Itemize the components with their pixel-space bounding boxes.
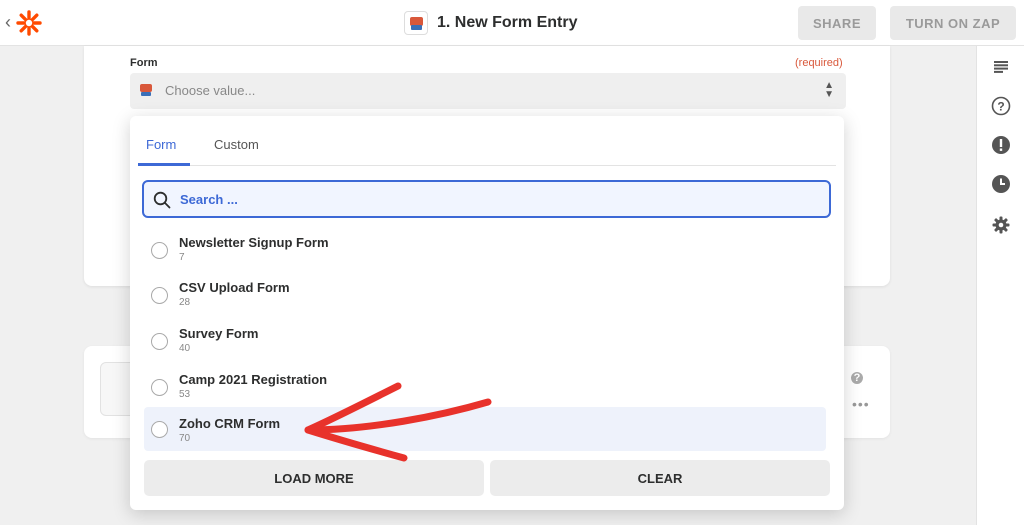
radio-button[interactable] <box>151 379 168 396</box>
back-chevron-icon[interactable]: ‹ <box>5 12 15 32</box>
required-label: (required) <box>795 57 843 69</box>
active-tab-indicator <box>138 163 190 166</box>
zapier-logo-icon[interactable] <box>16 10 42 36</box>
tab-form[interactable]: Form <box>146 137 176 152</box>
list-item[interactable]: Survey Form 40 <box>144 319 826 363</box>
help-icon[interactable]: ? <box>851 372 863 384</box>
option-id: 40 <box>179 343 191 354</box>
step-title: 1. New Form Entry <box>437 14 578 31</box>
turn-on-zap-button[interactable]: TURN ON ZAP <box>890 6 1016 40</box>
option-label: Survey Form <box>179 326 259 341</box>
zap-step-title: 1. New Form Entry <box>404 10 577 36</box>
annotation-arrow-icon <box>304 382 492 462</box>
option-label: Zoho CRM Form <box>179 416 281 431</box>
form-app-icon <box>137 81 157 101</box>
search-input[interactable]: Search ... <box>142 180 831 218</box>
clear-button[interactable]: CLEAR <box>490 460 830 496</box>
option-id: 28 <box>179 297 191 308</box>
radio-button[interactable] <box>151 287 168 304</box>
form-field-label: Form <box>130 57 158 69</box>
svg-text:?: ? <box>997 100 1004 114</box>
top-bar: ‹ 1. New Form Entry SHARE TURN ON ZAP <box>0 0 1024 46</box>
option-id: 70 <box>179 433 191 444</box>
radio-button[interactable] <box>151 333 168 350</box>
help-icon[interactable]: ? <box>990 95 1012 117</box>
list-icon[interactable] <box>990 56 1012 78</box>
list-item[interactable]: CSV Upload Form 28 <box>144 273 826 317</box>
form-select[interactable]: Choose value... ▲ ▼ <box>130 73 846 109</box>
search-placeholder: Search ... <box>180 192 238 207</box>
radio-button[interactable] <box>151 421 168 438</box>
tab-custom[interactable]: Custom <box>214 137 259 152</box>
option-label: Newsletter Signup Form <box>179 235 329 250</box>
share-button[interactable]: SHARE <box>798 6 876 40</box>
select-caret-icon: ▲ ▼ <box>824 80 834 100</box>
more-options-icon[interactable]: ••• <box>852 396 870 412</box>
option-id: 53 <box>179 389 191 400</box>
radio-button[interactable] <box>151 242 168 259</box>
alert-icon[interactable] <box>990 134 1012 156</box>
select-placeholder: Choose value... <box>165 83 256 98</box>
clock-icon[interactable] <box>990 173 1012 195</box>
search-icon <box>153 191 171 209</box>
dropdown-tabs: Form Custom <box>138 116 836 166</box>
list-item[interactable]: Newsletter Signup Form 7 <box>144 228 826 272</box>
option-id: 7 <box>179 252 185 263</box>
right-sidebar: ? <box>976 46 1024 525</box>
form-app-icon <box>404 11 428 35</box>
gear-icon[interactable] <box>990 214 1012 236</box>
option-label: CSV Upload Form <box>179 280 290 295</box>
